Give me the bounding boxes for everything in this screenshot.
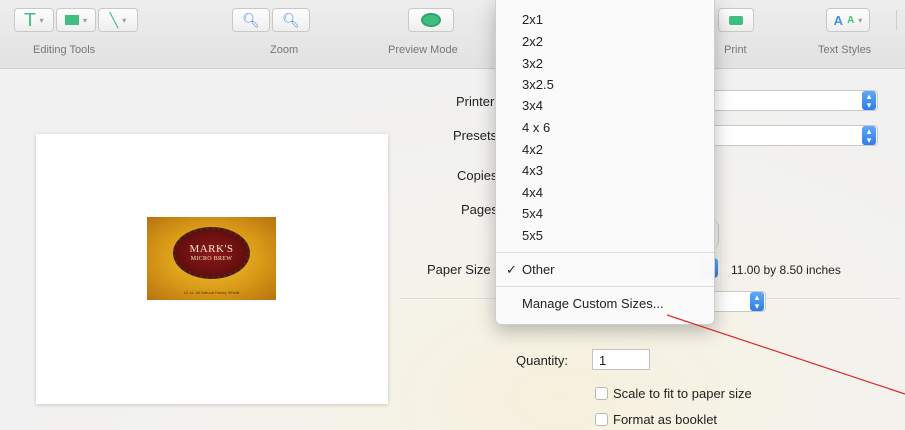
quantity-label: Quantity: bbox=[516, 353, 569, 368]
rectangle-icon bbox=[64, 15, 79, 25]
text-styles-button[interactable]: A A ▾ bbox=[826, 8, 870, 32]
paper-size-label: Paper Size bbox=[427, 262, 491, 277]
zoom-in-button[interactable]: 🔍︎ bbox=[272, 8, 310, 32]
print-label: Print bbox=[724, 44, 747, 56]
paper-size-dimensions: 11.00 by 8.50 inches bbox=[731, 263, 841, 277]
printer-label: Printer bbox=[456, 94, 495, 109]
pages-label: Pages bbox=[461, 202, 498, 217]
presets-label: Presets bbox=[453, 128, 498, 143]
print-preview-page: MARK'S MICRO BREW 12 oz. All Natural Hon… bbox=[36, 134, 388, 404]
printer-select[interactable] bbox=[700, 90, 878, 111]
menu-item-4x6[interactable]: 4 x 6 bbox=[522, 120, 550, 136]
chevron-down-icon: ▾ bbox=[82, 15, 87, 25]
menu-separator bbox=[496, 252, 714, 253]
printer-icon bbox=[729, 15, 743, 25]
label-preview-image: MARK'S MICRO BREW 12 oz. All Natural Hon… bbox=[147, 217, 276, 300]
menu-item-2x2[interactable]: 2x2 bbox=[522, 34, 543, 50]
zoom-label: Zoom bbox=[270, 44, 299, 56]
brand-seal: MARK'S MICRO BREW bbox=[173, 227, 250, 279]
menu-item-2x1[interactable]: 2x1 bbox=[522, 12, 543, 28]
quantity-input[interactable]: 1 bbox=[592, 349, 650, 370]
menu-item-4x2[interactable]: 4x2 bbox=[522, 142, 543, 158]
scale-to-fit-label: Scale to fit to paper size bbox=[613, 386, 752, 401]
eye-icon bbox=[421, 13, 441, 27]
copies-label: Copies bbox=[457, 168, 498, 183]
editing-tools-label: Editing Tools bbox=[33, 44, 96, 56]
text-styles-icon-small: A bbox=[847, 14, 855, 26]
menu-item-3x2.5[interactable]: 3x2.5 bbox=[522, 77, 554, 93]
print-button[interactable] bbox=[718, 8, 754, 32]
text-styles-label: Text Styles bbox=[818, 44, 872, 56]
menu-item-5x5[interactable]: 5x5 bbox=[522, 228, 543, 244]
printer-select-stepper[interactable]: ▴ ▾ bbox=[862, 91, 876, 110]
menu-item-3x2[interactable]: 3x2 bbox=[522, 56, 543, 72]
checkmark-icon: ✓ bbox=[506, 262, 517, 277]
presets-select-stepper[interactable]: ▴ ▾ bbox=[862, 126, 876, 145]
text-styles-icon: A bbox=[833, 12, 844, 28]
format-as-booklet-checkbox[interactable] bbox=[595, 413, 608, 426]
line-tool-button[interactable]: ╲ ▾ bbox=[98, 8, 138, 32]
toolbar-divider bbox=[896, 10, 897, 30]
presets-select[interactable] bbox=[700, 125, 878, 146]
menu-item-4x3[interactable]: 4x3 bbox=[522, 163, 543, 179]
chevron-down-icon: ▾ bbox=[858, 15, 863, 25]
line-icon: ╲ bbox=[109, 11, 119, 28]
menu-item-4x4[interactable]: 4x4 bbox=[522, 185, 543, 201]
menu-separator bbox=[496, 286, 714, 287]
app-options-stepper[interactable]: ▴ ▾ bbox=[750, 292, 764, 311]
menu-item-3x4[interactable]: 3x4 bbox=[522, 98, 543, 114]
scale-to-fit-checkbox[interactable] bbox=[595, 387, 608, 400]
brand-name: MARK'S bbox=[189, 242, 234, 255]
menu-item-manage-custom-sizes[interactable]: Manage Custom Sizes... bbox=[522, 296, 664, 312]
toolbar: T ▾ ▾ ╲ ▾ Editing Tools 🔍︎ 🔍︎ Zoom Previ… bbox=[0, 0, 905, 69]
shape-tool-button[interactable]: ▾ bbox=[56, 8, 96, 32]
zoom-out-icon: 🔍︎ bbox=[242, 11, 260, 28]
brand-subtitle: MICRO BREW bbox=[190, 255, 233, 262]
label-fineprint: 12 oz. All Natural Honey Wheat bbox=[183, 290, 240, 295]
chevron-down-icon: ▾ bbox=[122, 15, 127, 25]
print-dialog-body: MARK'S MICRO BREW 12 oz. All Natural Hon… bbox=[0, 69, 905, 430]
menu-item-other[interactable]: Other bbox=[522, 262, 555, 278]
zoom-out-button[interactable]: 🔍︎ bbox=[232, 8, 270, 32]
text-tool-icon: T bbox=[24, 9, 36, 31]
chevron-down-icon: ▾ bbox=[39, 15, 44, 25]
text-tool-button[interactable]: T ▾ bbox=[14, 8, 54, 32]
format-as-booklet-label: Format as booklet bbox=[613, 412, 718, 427]
menu-item-5x4[interactable]: 5x4 bbox=[522, 206, 543, 222]
zoom-in-icon: 🔍︎ bbox=[282, 11, 300, 28]
preview-mode-label: Preview Mode bbox=[388, 44, 458, 56]
preview-mode-button[interactable] bbox=[408, 8, 454, 32]
paper-size-menu: 2x1 2x2 3x2 3x2.5 3x4 4 x 6 4x2 4x3 4x4 … bbox=[495, 0, 715, 325]
